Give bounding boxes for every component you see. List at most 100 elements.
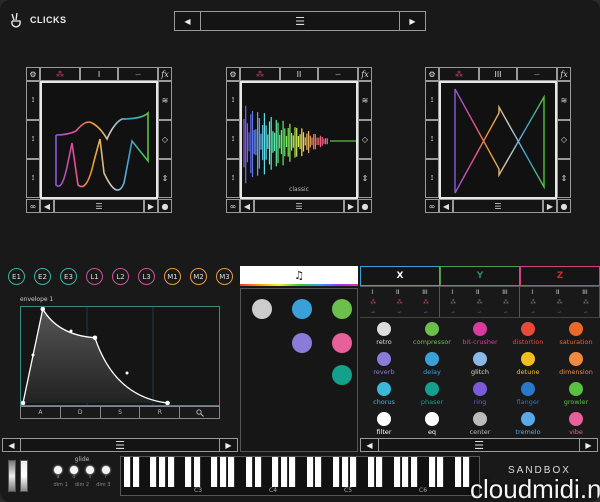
wave-toggle[interactable]: ∽ [583,309,588,316]
mod-prev-button[interactable]: ◀ [3,439,21,451]
piano-key[interactable] [332,457,340,487]
fine-slider[interactable]: ⟟ [425,120,439,159]
piano-key[interactable] [306,457,314,487]
wave-toggle[interactable]: ∽ [423,309,428,316]
piano-key[interactable] [367,457,375,487]
osc-select[interactable]: III [502,289,507,296]
envelope-editor[interactable] [20,306,220,406]
fx-button[interactable]: fx [158,67,172,81]
fx-chain-vibe-icon[interactable] [332,333,352,353]
piano-key[interactable] [245,457,253,487]
osc-prev-button[interactable]: ◀ [439,199,453,213]
glasses-icon[interactable]: ∞ [425,199,439,213]
piano-key[interactable] [158,457,166,487]
fx-chain-reverb-icon[interactable] [292,333,312,353]
fx-chain-compressor-icon[interactable] [332,299,352,319]
mod-source-m2[interactable]: M2 [190,268,207,285]
osc-menu-button[interactable]: ☰ [54,199,144,213]
piano-key[interactable] [184,457,192,487]
mod-source-l2[interactable]: L2 [112,268,129,285]
wave-tab[interactable]: ∽ [517,67,557,81]
piano-key[interactable] [132,457,140,487]
piano-key[interactable] [411,457,419,487]
wave-toggle[interactable]: ∽ [557,309,562,316]
osc-select[interactable]: III [582,289,587,296]
piano-key[interactable] [454,457,462,487]
fx-chain-phaser-icon[interactable] [332,365,352,385]
level-slider[interactable]: ⟟ [226,159,240,198]
layers-icon[interactable]: ≋ [358,81,372,120]
glide-knob-s[interactable]: s [86,466,94,480]
mod-source-l1[interactable]: L1 [86,268,103,285]
glide-knob-r[interactable]: r [102,466,110,480]
osc-select[interactable]: II [476,289,480,296]
noise-toggle[interactable]: ⁂ [476,299,482,306]
fx-detune[interactable]: detune [504,350,552,380]
osc-label[interactable]: III [479,67,517,81]
fx-center[interactable]: center [456,410,504,440]
fx-filter[interactable]: filter [360,410,408,440]
knob[interactable] [102,466,110,474]
osc-select[interactable]: II [556,289,560,296]
tab-release[interactable]: R [140,407,181,418]
osc-mode-icon[interactable]: ⚙ [425,67,439,81]
noise-toggle[interactable]: ⁂ [530,299,536,306]
mod-source-m1[interactable]: M1 [164,268,181,285]
fx-eq[interactable]: eq [408,410,456,440]
xyz-tab-z[interactable]: Z [520,266,600,286]
osc-prev-button[interactable]: ◀ [240,199,254,213]
level-slider[interactable]: ⟟ [425,159,439,198]
vertical-icon[interactable]: ⇕ [158,159,172,198]
osc-select[interactable]: II [396,289,400,296]
piano-key[interactable] [289,457,297,487]
vertical-icon[interactable]: ⇕ [557,159,571,198]
wave-toggle[interactable]: ∽ [477,309,482,316]
wave-toggle[interactable]: ∽ [503,309,508,316]
layers-icon[interactable]: ≋ [557,81,571,120]
noise-toggle[interactable]: ⁂ [583,299,589,306]
fx-reverb[interactable]: reverb [360,350,408,380]
fx-growler[interactable]: growler [552,380,600,410]
mod-next-button[interactable]: ▶ [219,439,237,451]
fx-retro[interactable]: retro [360,320,408,350]
fx-button[interactable]: fx [358,67,372,81]
preset-menu-button[interactable]: ☰ [201,12,399,30]
tab-sustain[interactable]: S [101,407,141,418]
fx-menu-button[interactable]: ☰ [379,439,579,452]
mod-wheel[interactable] [20,460,28,492]
preset-next-button[interactable]: ▶ [399,12,425,30]
fx-phaser[interactable]: phaser [408,380,456,410]
wave-toggle[interactable]: ∽ [397,309,402,316]
noise-toggle[interactable]: ⁂ [450,299,456,306]
piano-key[interactable] [393,457,401,487]
piano-key[interactable] [376,457,384,487]
piano-key[interactable] [219,457,227,487]
osc-select[interactable]: I [451,289,453,296]
glasses-icon[interactable]: ∞ [26,199,40,213]
fx-bit-crusher[interactable]: bit-crusher [456,320,504,350]
piano-key[interactable] [280,457,288,487]
piano-key[interactable] [228,457,236,487]
wave-toggle[interactable]: ∽ [451,309,456,316]
fx-chain-center-icon[interactable] [252,299,272,319]
piano-key[interactable] [341,457,349,487]
noise-toggle[interactable]: ⁂ [396,299,402,306]
pitch-slider[interactable]: ⟟ [425,81,439,120]
piano-key[interactable] [315,457,323,487]
stereo-icon[interactable]: ◇ [358,120,372,159]
fx-flanger[interactable]: flanger [504,380,552,410]
osc-select[interactable]: I [531,289,533,296]
pitch-slider[interactable]: ⟟ [26,81,40,120]
vertical-icon[interactable]: ⇕ [358,159,372,198]
pitch-slider[interactable]: ⟟ [226,81,240,120]
piano-key[interactable] [254,457,262,487]
wave-tab[interactable]: ∽ [318,67,358,81]
noise-toggle[interactable]: ⁂ [556,299,562,306]
osc-mode-icon[interactable]: ⚙ [26,67,40,81]
xyz-tab-x[interactable]: X [360,266,440,286]
piano-key[interactable] [193,457,201,487]
piano-key[interactable] [350,457,358,487]
noise-toggle[interactable]: ⁂ [370,299,376,306]
waveform-display[interactable]: classic [240,81,358,199]
fx-chorus[interactable]: chorus [360,380,408,410]
